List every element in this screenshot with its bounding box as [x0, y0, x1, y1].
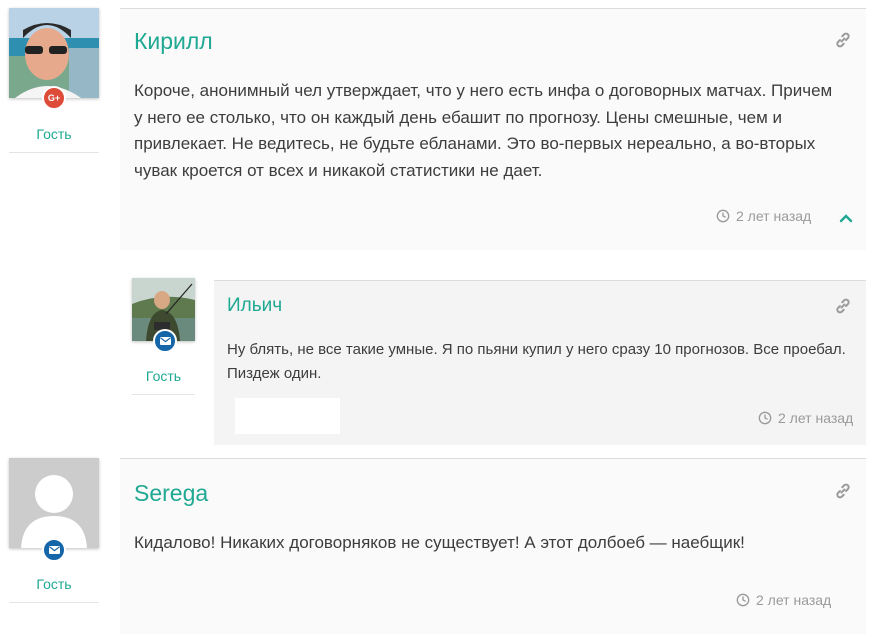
comment: Гость Serega Кидалово! Никаких договорня…: [0, 0, 882, 634]
author-role: Гость: [36, 576, 72, 592]
comment-author[interactable]: Serega: [134, 480, 208, 507]
link-icon[interactable]: [834, 482, 852, 500]
avatar[interactable]: [9, 458, 99, 548]
time-label: 2 лет назад: [756, 592, 832, 608]
clock-icon: [736, 593, 750, 607]
comment-text: Кидалово! Никаких договорняков не сущест…: [134, 533, 745, 552]
divider: [120, 458, 866, 459]
comment-time: 2 лет назад: [736, 592, 831, 608]
divider: [9, 602, 99, 603]
author-card: Гость: [9, 458, 99, 604]
comment-body: Serega Кидалово! Никаких договорняков не…: [120, 458, 866, 634]
email-icon: [42, 538, 66, 562]
